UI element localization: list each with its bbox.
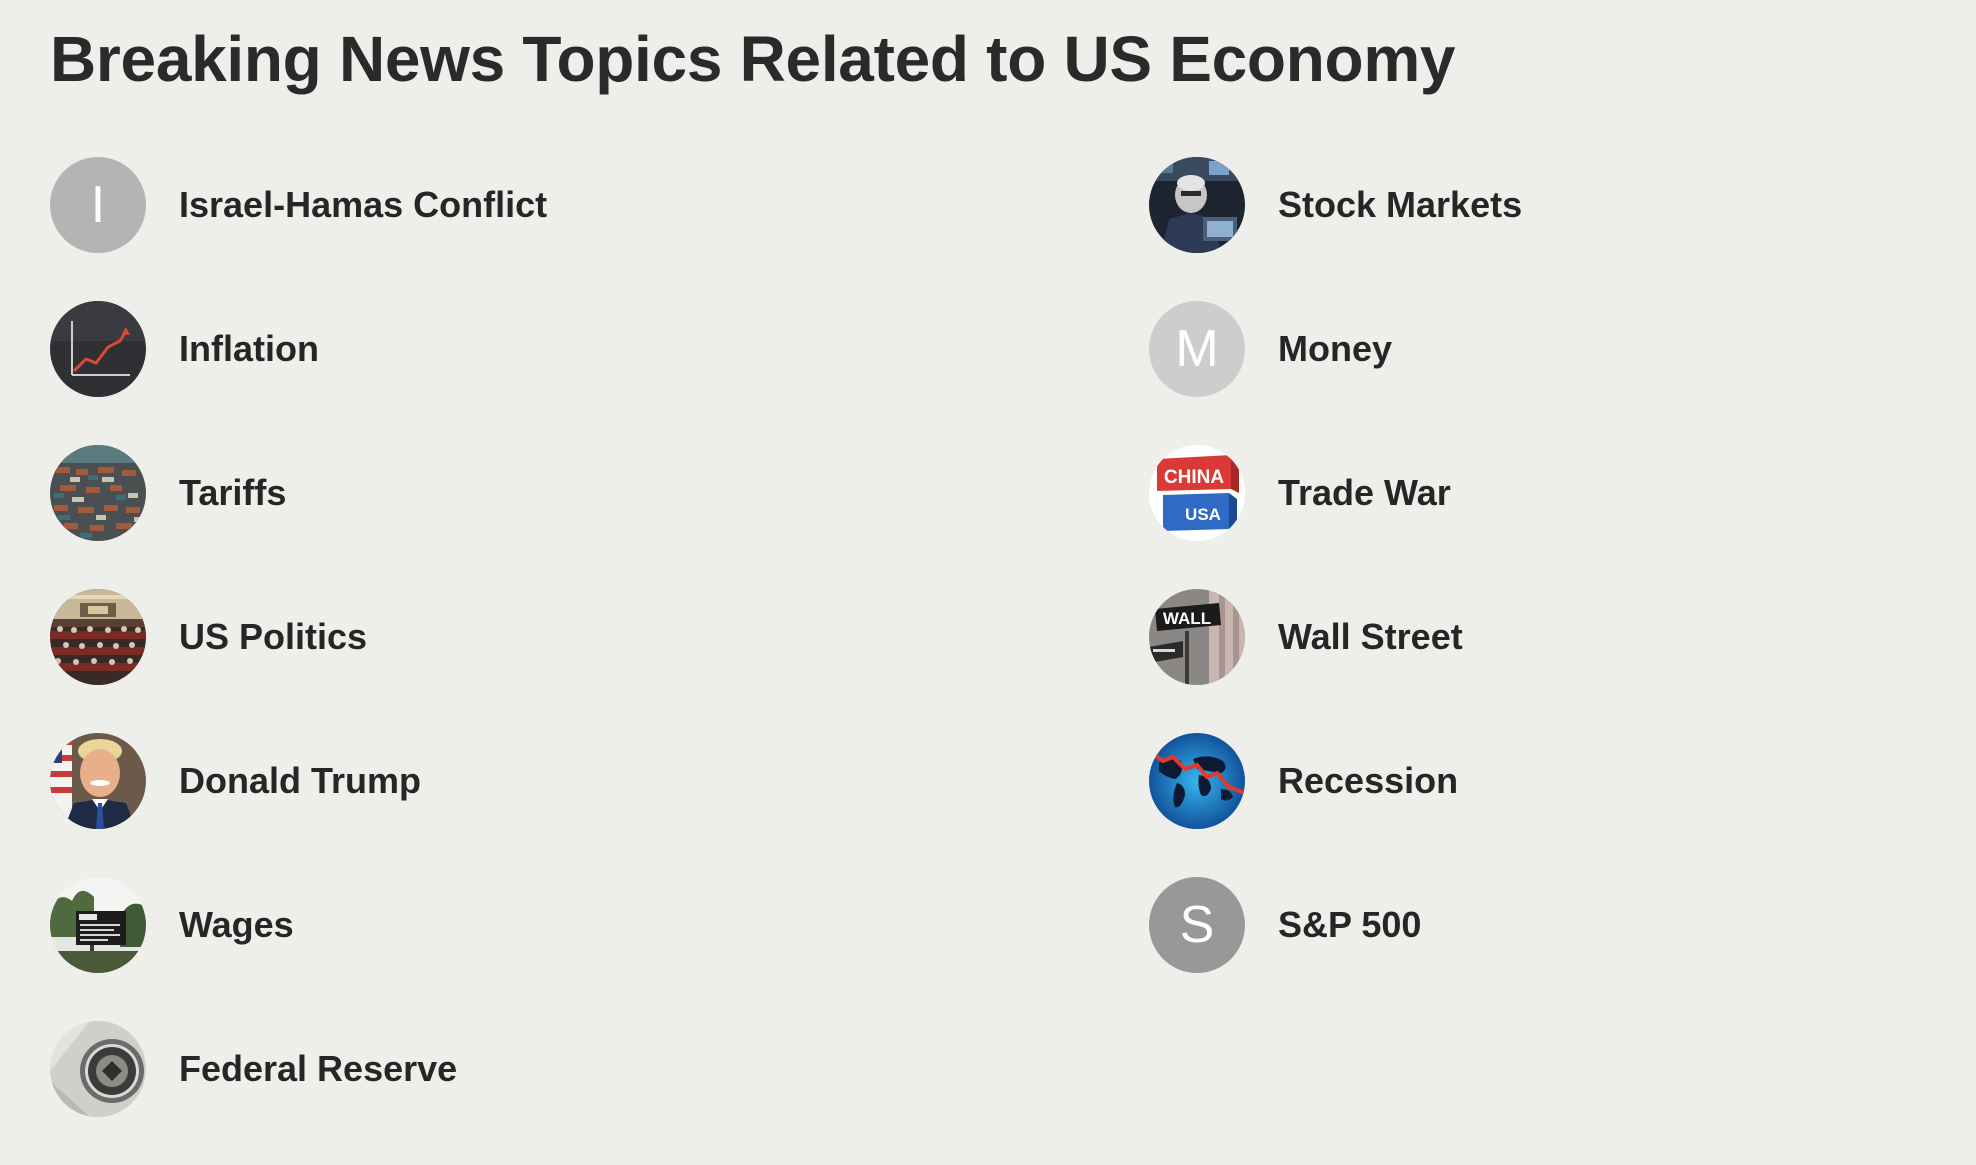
topic-label[interactable]: Inflation: [179, 328, 319, 370]
trader-icon: [1149, 157, 1245, 253]
topic-item-money[interactable]: M Money: [1149, 301, 1522, 397]
topic-item-trade-war[interactable]: CHINA USA Trade War: [1149, 445, 1522, 541]
topic-label[interactable]: Federal Reserve: [179, 1048, 457, 1090]
topic-item-recession[interactable]: Recession: [1149, 733, 1522, 829]
wall-text: WALL: [1163, 609, 1211, 628]
topic-item-wages[interactable]: Wages: [50, 877, 547, 973]
rising-chart-icon: [50, 301, 146, 397]
topic-item-tariffs[interactable]: Tariffs: [50, 445, 547, 541]
federal-reserve-seal-icon: [50, 1021, 146, 1117]
page-title: Breaking News Topics Related to US Econo…: [50, 23, 1456, 95]
topic-item-inflation[interactable]: Inflation: [50, 301, 547, 397]
topic-item-us-politics[interactable]: US Politics: [50, 589, 547, 685]
topic-label[interactable]: Wages: [179, 904, 294, 946]
topic-item-wall-street[interactable]: WALL Wall Street: [1149, 589, 1522, 685]
topic-item-federal-reserve[interactable]: Federal Reserve: [50, 1021, 547, 1117]
letter-avatar: M: [1149, 301, 1245, 397]
portrait-icon: [50, 733, 146, 829]
topic-label[interactable]: US Politics: [179, 616, 367, 658]
congress-chamber-icon: [50, 589, 146, 685]
letter-avatar: I: [50, 157, 146, 253]
world-map-decline-icon: [1149, 733, 1245, 829]
topic-label[interactable]: Stock Markets: [1278, 184, 1522, 226]
topic-label[interactable]: Israel-Hamas Conflict: [179, 184, 547, 226]
topic-label[interactable]: Recession: [1278, 760, 1458, 802]
shipping-port-icon: [50, 445, 146, 541]
topic-label[interactable]: S&P 500: [1278, 904, 1421, 946]
wall-street-sign-icon: WALL: [1149, 589, 1245, 685]
avatar-letter: I: [90, 176, 106, 234]
avatar-letter: S: [1179, 896, 1215, 954]
topic-item-donald-trump[interactable]: Donald Trump: [50, 733, 547, 829]
topic-item-sp-500[interactable]: S S&P 500: [1149, 877, 1522, 973]
topic-list-right: Stock Markets M Money CHINA USA Trade Wa…: [1149, 157, 1522, 1021]
topic-label[interactable]: Trade War: [1278, 472, 1451, 514]
topic-label[interactable]: Wall Street: [1278, 616, 1463, 658]
usa-text: USA: [1185, 505, 1221, 524]
topic-label[interactable]: Tariffs: [179, 472, 286, 514]
china-text: CHINA: [1164, 467, 1224, 488]
avatar-letter: M: [1175, 320, 1219, 378]
letter-avatar: S: [1149, 877, 1245, 973]
topic-list-left: I Israel-Hamas Conflict Inflation Tariff…: [50, 157, 547, 1165]
topic-item-israel-hamas-conflict[interactable]: I Israel-Hamas Conflict: [50, 157, 547, 253]
china-usa-blocks-icon: CHINA USA: [1149, 445, 1245, 541]
topic-label[interactable]: Money: [1278, 328, 1392, 370]
topic-item-stock-markets[interactable]: Stock Markets: [1149, 157, 1522, 253]
hiring-sign-icon: [50, 877, 146, 973]
topic-label[interactable]: Donald Trump: [179, 760, 421, 802]
